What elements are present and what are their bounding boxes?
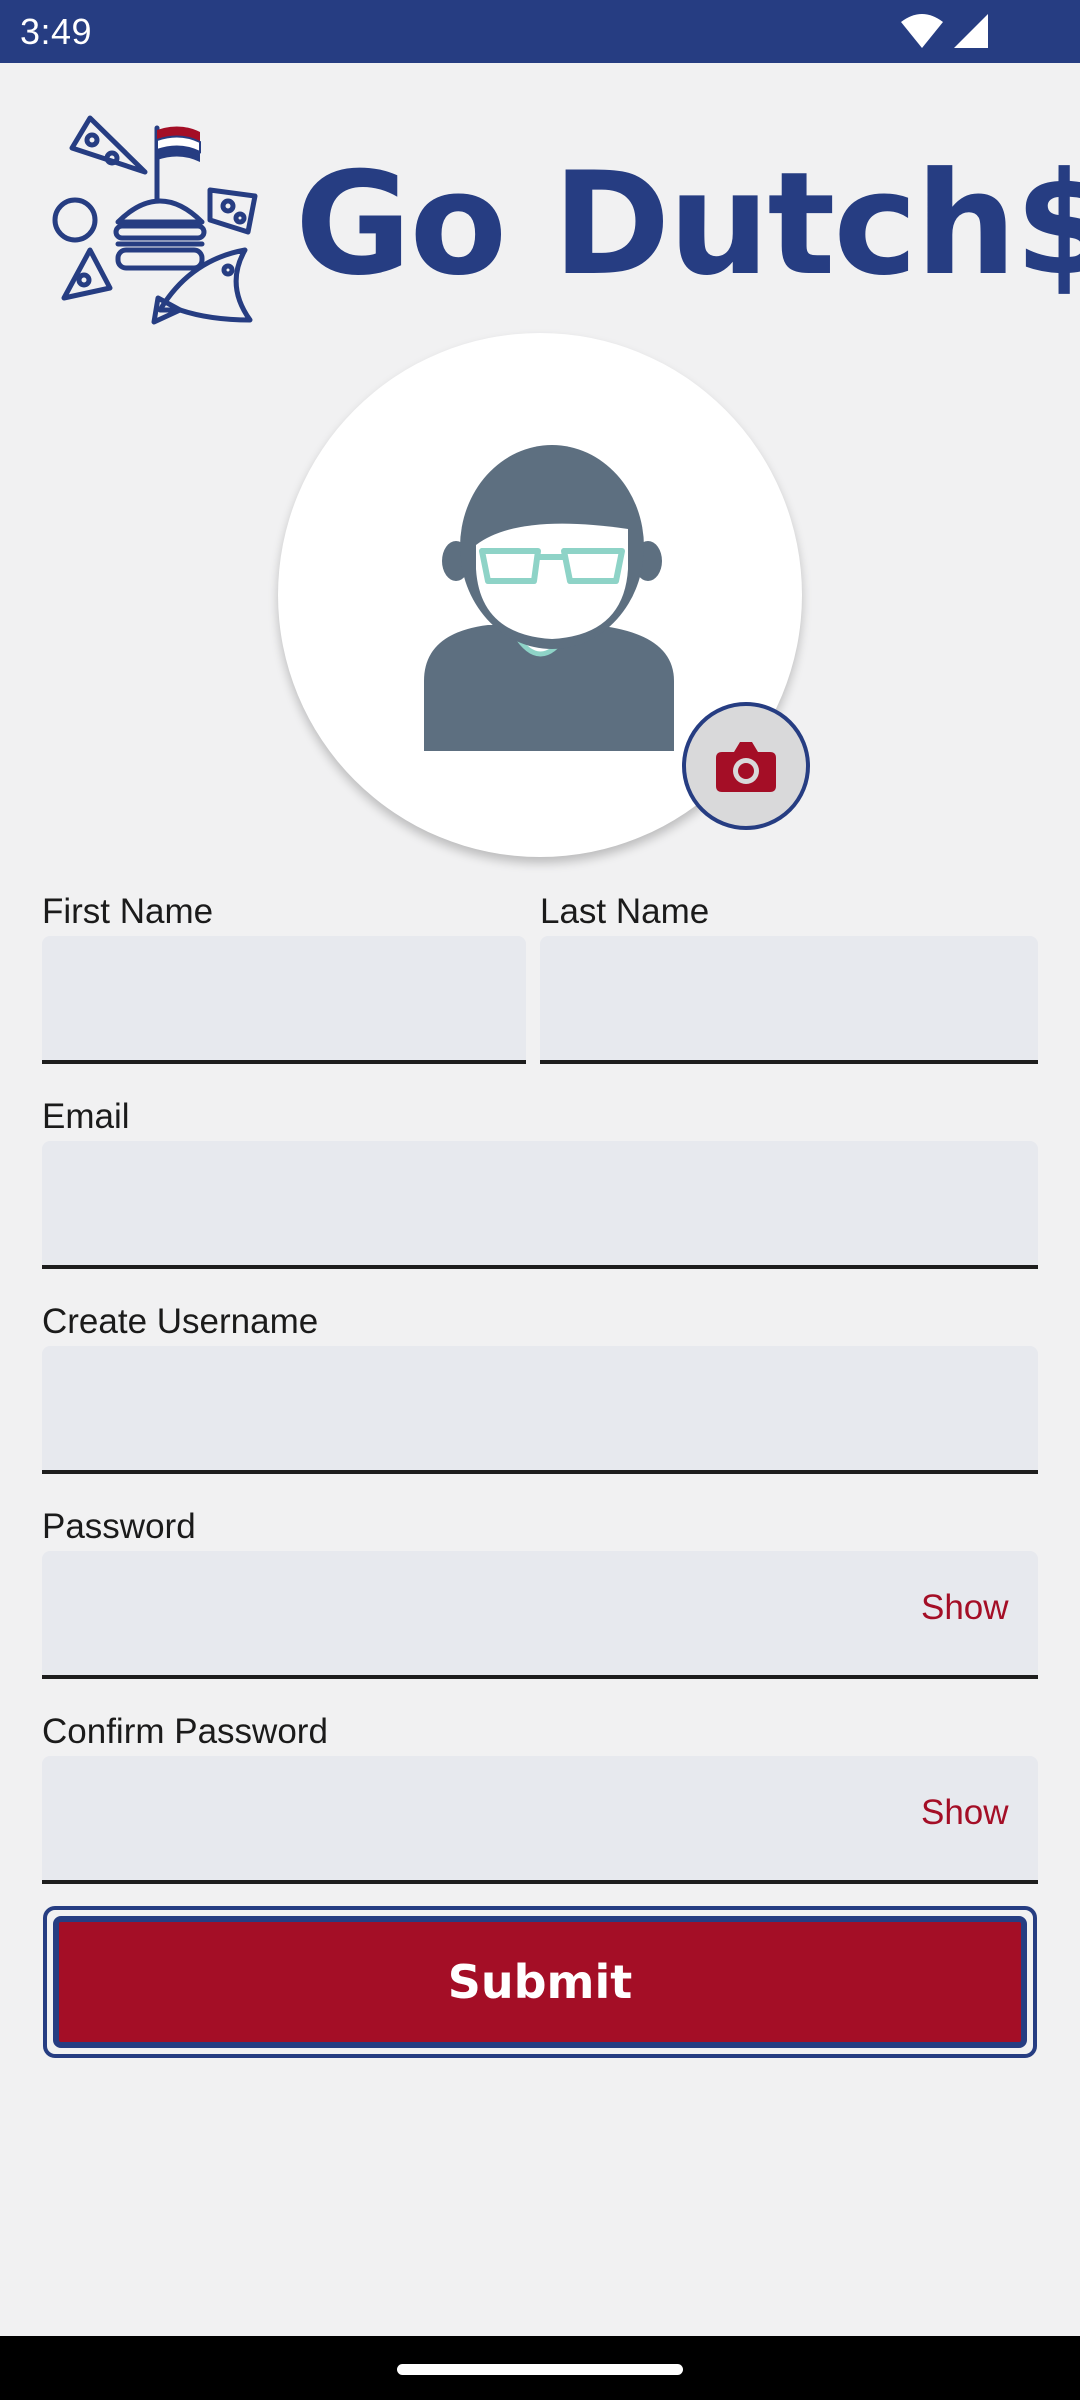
email-input[interactable] <box>42 1141 1038 1269</box>
home-gesture-handle[interactable] <box>397 2364 683 2375</box>
last-name-label: Last Name <box>540 892 710 931</box>
app-logo: Go Dutch$ <box>50 110 1080 340</box>
show-confirm-password-toggle[interactable]: Show <box>921 1793 1009 1833</box>
username-input[interactable] <box>42 1346 1038 1474</box>
status-time: 3:49 <box>20 11 93 52</box>
last-name-input[interactable] <box>540 936 1038 1064</box>
first-name-input[interactable] <box>42 936 526 1064</box>
confirm-password-input[interactable] <box>42 1756 1038 1884</box>
app-logo-text: Go Dutch$ <box>295 142 1080 307</box>
show-password-toggle[interactable]: Show <box>921 1588 1009 1628</box>
first-name-label: First Name <box>42 892 214 931</box>
cellular-signal-icon <box>954 14 988 48</box>
food-logo-icon <box>52 115 258 325</box>
password-input[interactable] <box>42 1551 1038 1679</box>
email-label: Email <box>42 1097 130 1136</box>
password-label: Password <box>42 1507 196 1546</box>
submit-button[interactable]: Submit <box>53 1916 1027 2048</box>
change-photo-button[interactable] <box>682 702 810 830</box>
camera-icon <box>716 742 776 792</box>
wifi-icon <box>901 14 943 48</box>
status-icons <box>900 12 990 52</box>
confirm-password-label: Confirm Password <box>42 1712 328 1751</box>
navigation-bar <box>0 2336 1080 2400</box>
status-bar: 3:49 <box>0 0 1080 63</box>
username-label: Create Username <box>42 1302 319 1341</box>
